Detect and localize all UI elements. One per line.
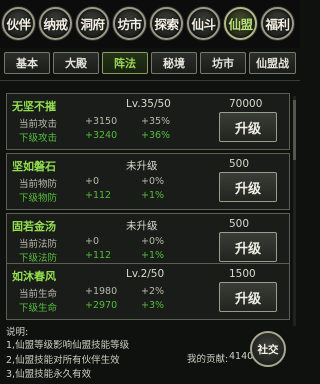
current-percent-value: +0% <box>141 236 165 247</box>
skill-card-magic-defense: 固若金汤 未升级 500 当前法防 +0 +0% 下级法防 +112 +1% 升… <box>6 213 290 270</box>
top-navigation: 伙伴 纳戒 洞府 坊市 探索 仙斗 仙盟 福利 <box>0 0 300 48</box>
current-label: 当前物防 <box>19 179 58 190</box>
scrollbar-thumb[interactable] <box>293 100 296 160</box>
subtab-guild-war[interactable]: 仙盟战 <box>249 52 296 74</box>
note-line: 2,仙盟技能对所有伙伴生效 <box>6 355 120 366</box>
skill-card-attack: 无坚不摧 Lv.35/50 70000 当前攻击 +3150 +35% 下级攻击… <box>6 93 290 150</box>
current-label: 当前生命 <box>19 289 58 300</box>
skill-card-health: 如沐春风 Lv.2/50 1500 当前生命 +1980 +2% 下级生命 +2… <box>6 263 290 320</box>
subtab-basic[interactable]: 基本 <box>4 52 50 74</box>
next-percent-value: +1% <box>141 190 165 201</box>
tab-duel[interactable]: 仙斗 <box>187 7 220 40</box>
skill-level: Lv.35/50 <box>126 98 171 110</box>
current-label: 当前攻击 <box>19 119 58 130</box>
skill-name: 固若金汤 <box>12 220 56 233</box>
next-percent-value: +36% <box>141 130 171 141</box>
skill-level: Lv.2/50 <box>126 268 165 280</box>
upgrade-cost: 1500 <box>229 268 256 280</box>
note-line: 1,仙盟等级影响仙盟技能等级 <box>6 340 130 351</box>
upgrade-button[interactable]: 升级 <box>219 282 277 312</box>
social-button[interactable]: 社交 <box>250 331 286 367</box>
contribution-label: 我的贡献: <box>187 354 229 365</box>
skill-card-physical-defense: 坚如磐石 未升级 500 当前物防 +0 +0% 下级物防 +112 +1% 升… <box>6 153 290 210</box>
next-flat-value: +112 <box>85 250 112 261</box>
tab-partner[interactable]: 伙伴 <box>2 7 35 40</box>
upgrade-button[interactable]: 升级 <box>219 172 277 202</box>
current-flat-value: +0 <box>85 176 100 187</box>
next-flat-value: +3240 <box>85 130 118 141</box>
tab-cave[interactable]: 洞府 <box>76 7 109 40</box>
subtab-formation[interactable]: 阵法 <box>102 52 148 74</box>
subtab-guild-market[interactable]: 坊市 <box>200 52 246 74</box>
next-percent-value: +1% <box>141 250 165 261</box>
upgrade-cost: 500 <box>229 218 250 230</box>
current-flat-value: +0 <box>85 236 100 247</box>
upgrade-button[interactable]: 升级 <box>219 112 277 142</box>
subtab-hall[interactable]: 大殿 <box>53 52 99 74</box>
notes-heading: 说明: <box>6 327 29 338</box>
current-percent-value: +0% <box>141 176 165 187</box>
tab-guild[interactable]: 仙盟 <box>224 7 257 40</box>
upgrade-cost: 70000 <box>229 98 263 110</box>
header-divider <box>0 80 300 81</box>
current-label: 当前法防 <box>19 239 58 250</box>
skill-name: 无坚不摧 <box>12 100 56 113</box>
next-label: 下级生命 <box>19 303 58 314</box>
upgrade-cost: 500 <box>229 158 250 170</box>
skill-level: 未升级 <box>126 160 158 172</box>
skill-level: 未升级 <box>126 220 158 232</box>
subtab-secret-realm[interactable]: 秘境 <box>151 52 197 74</box>
next-label: 下级物防 <box>19 193 58 204</box>
note-line: 3,仙盟技能永久有效 <box>6 369 92 380</box>
guild-sub-tabs: 基本 大殿 阵法 秘境 坊市 仙盟战 <box>2 50 298 78</box>
current-flat-value: +3150 <box>85 116 118 127</box>
skill-name: 坚如磐石 <box>12 160 56 173</box>
tab-market[interactable]: 坊市 <box>113 7 146 40</box>
current-flat-value: +1980 <box>85 286 118 297</box>
next-percent-value: +3% <box>141 300 165 311</box>
next-label: 下级法防 <box>19 253 58 264</box>
next-flat-value: +2970 <box>85 300 118 311</box>
tab-ring[interactable]: 纳戒 <box>39 7 72 40</box>
next-label: 下级攻击 <box>19 133 58 144</box>
current-percent-value: +2% <box>141 286 165 297</box>
current-percent-value: +35% <box>141 116 171 127</box>
upgrade-button[interactable]: 升级 <box>219 232 277 262</box>
next-flat-value: +112 <box>85 190 112 201</box>
skill-name: 如沐春风 <box>12 270 56 283</box>
tab-explore[interactable]: 探索 <box>150 7 183 40</box>
tab-welfare[interactable]: 福利 <box>261 7 294 40</box>
